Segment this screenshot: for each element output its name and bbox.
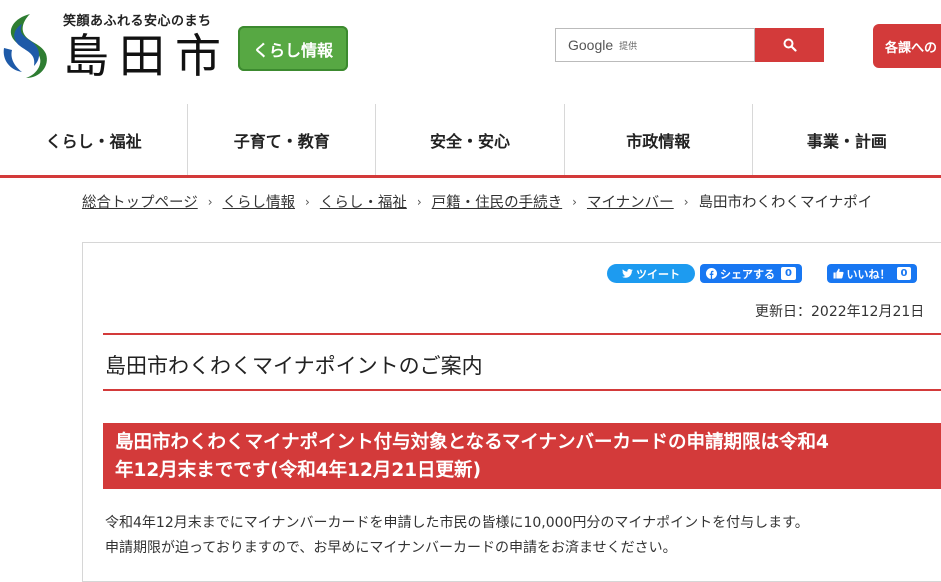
breadcrumb-link[interactable]: くらし・福祉 bbox=[320, 191, 407, 212]
nav-item-jigyo-keikaku[interactable]: 事業・計画 bbox=[753, 104, 941, 175]
thumbs-up-icon bbox=[833, 268, 844, 279]
tweet-button[interactable]: ツイート bbox=[607, 264, 695, 283]
breadcrumb-link[interactable]: 総合トップページ bbox=[82, 191, 198, 212]
like-count: 0 bbox=[896, 267, 912, 280]
search-brand: Google bbox=[568, 37, 614, 53]
site-header: 笑顔あふれる安心のまち 島田市 くらし情報 Google 提供 各課への bbox=[0, 0, 941, 104]
department-links-button[interactable]: 各課への bbox=[873, 24, 941, 68]
nav-item-shisei-joho[interactable]: 市政情報 bbox=[565, 104, 753, 175]
breadcrumb-chevron-icon: › bbox=[207, 194, 213, 209]
updated-date: 更新日：2022年12月21日 bbox=[755, 304, 925, 320]
page-title-box: 島田市わくわくマイナポイントのご案内 bbox=[103, 333, 941, 391]
notice-line: 年12月末までです(令和4年12月21日更新) bbox=[115, 460, 482, 481]
search-provided-label: 提供 bbox=[619, 41, 638, 52]
facebook-like-button[interactable]: いいね！ 0 bbox=[827, 264, 917, 283]
city-logo-icon[interactable] bbox=[0, 8, 52, 84]
deadline-notice-heading: 島田市わくわくマイナポイント付与対象となるマイナンバーカードの申請期限は令和4 … bbox=[103, 423, 941, 489]
search-button[interactable] bbox=[755, 28, 824, 62]
nav-item-kosodate-kyoiku[interactable]: 子育て・教育 bbox=[188, 104, 377, 175]
facebook-share-button[interactable]: シェアする 0 bbox=[700, 264, 802, 283]
nav-item-anzen-anshin[interactable]: 安全・安心 bbox=[376, 104, 565, 175]
nav-item-kurashi-fukushi[interactable]: くらし・福祉 bbox=[0, 104, 189, 175]
breadcrumb-chevron-icon: › bbox=[416, 194, 422, 209]
search-icon bbox=[783, 38, 797, 52]
body-paragraph: 令和4年12月末までにマイナンバーカードを申請した市民の皆様に10,000円分の… bbox=[105, 511, 809, 561]
share-label: シェアする bbox=[720, 267, 776, 281]
global-nav: くらし・福祉 子育て・教育 安全・安心 市政情報 事業・計画 bbox=[0, 104, 941, 178]
like-label: いいね！ bbox=[846, 267, 891, 281]
breadcrumb: 総合トップページ › くらし情報 › くらし・福祉 › 戸籍・住民の手続き › … bbox=[82, 191, 872, 212]
twitter-bird-icon bbox=[622, 269, 633, 278]
breadcrumb-link[interactable]: くらし情報 bbox=[223, 191, 296, 212]
body-line: 令和4年12月末までにマイナンバーカードを申請した市民の皆様に10,000円分の… bbox=[105, 515, 809, 531]
breadcrumb-current: 島田市わくわくマイナポイ bbox=[698, 195, 873, 211]
breadcrumb-link[interactable]: 戸籍・住民の手続き bbox=[432, 191, 563, 212]
breadcrumb-chevron-icon: › bbox=[305, 194, 310, 209]
breadcrumb-chevron-icon: › bbox=[572, 194, 577, 209]
notice-line: 島田市わくわくマイナポイント付与対象となるマイナンバーカードの申請期限は令和4 bbox=[115, 432, 829, 453]
kurashi-info-badge[interactable]: くらし情報 bbox=[238, 26, 348, 71]
breadcrumb-link[interactable]: マイナンバー bbox=[587, 191, 674, 212]
site-title[interactable]: 島田市 bbox=[63, 28, 231, 84]
page-title: 島田市わくわくマイナポイントのご案内 bbox=[105, 354, 483, 378]
facebook-icon bbox=[706, 268, 718, 279]
site-tagline: 笑顔あふれる安心のまち bbox=[63, 14, 212, 29]
main-content: ツイート シェアする 0 いいね！ 0 更新日：2022年12月21日 島田市わ… bbox=[82, 242, 941, 582]
tweet-label: ツイート bbox=[636, 267, 680, 281]
search-input[interactable]: Google 提供 bbox=[555, 28, 755, 62]
breadcrumb-chevron-icon: › bbox=[683, 194, 689, 209]
share-count: 0 bbox=[781, 267, 796, 280]
body-line: 申請期限が迫っておりますので、お早めにマイナンバーカードの申請をお済ませください… bbox=[105, 540, 677, 556]
